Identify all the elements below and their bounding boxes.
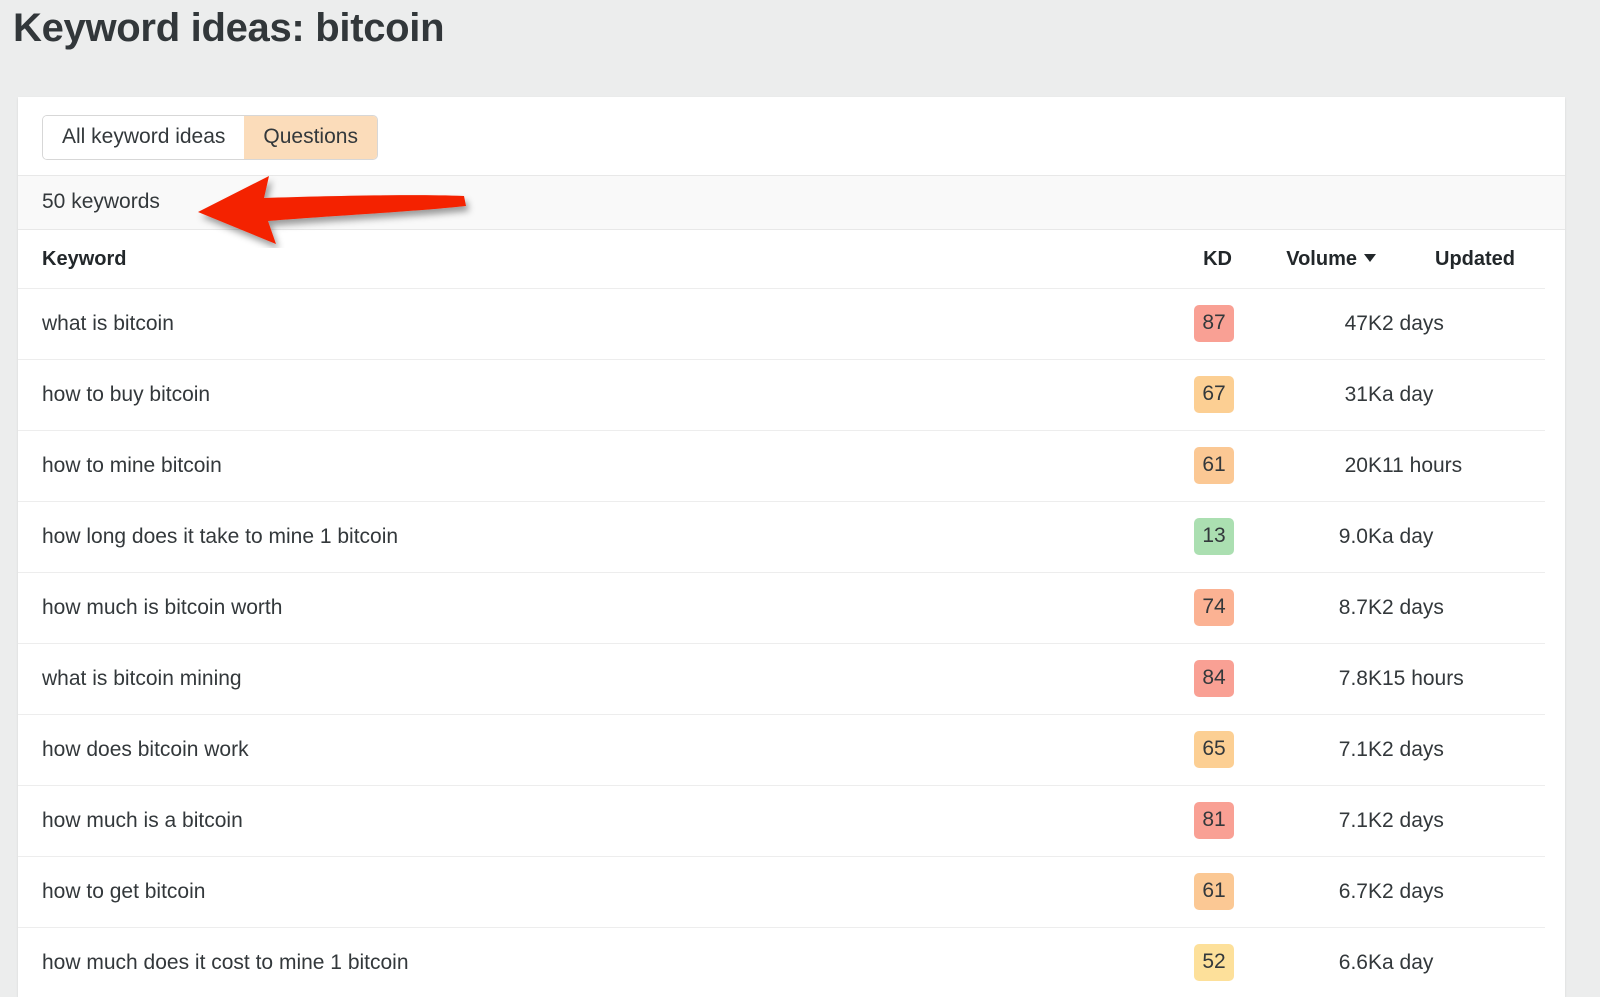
table-body: what is bitcoin8747K2 dayshow to buy bit…	[18, 289, 1565, 997]
keyword-count-bar: 50 keywords	[18, 176, 1565, 230]
cell-updated: a day	[1382, 360, 1565, 431]
table-row[interactable]: how to buy bitcoin 6731Ka day	[18, 360, 1565, 431]
column-header-updated[interactable]: Updated	[1382, 230, 1565, 289]
cell-updated: a day	[1382, 502, 1565, 573]
kd-badge: 87	[1194, 305, 1234, 342]
kd-badge: 13	[1194, 518, 1234, 555]
table-row[interactable]: how much is a bitcoin 817.1K2 days	[18, 786, 1565, 857]
kd-badge: 81	[1194, 802, 1234, 839]
cell-volume: 31K	[1234, 360, 1382, 431]
cell-updated: 2 days	[1382, 857, 1565, 928]
kd-badge: 52	[1194, 944, 1234, 981]
table-row[interactable]: what is bitcoin mining 847.8K15 hours	[18, 644, 1565, 715]
cell-keyword[interactable]: what is bitcoin mining	[18, 644, 1114, 715]
cell-keyword[interactable]: how does bitcoin work	[18, 715, 1114, 786]
tab-bar: All keyword ideas Questions	[18, 97, 1565, 176]
cell-keyword[interactable]: how much is a bitcoin	[18, 786, 1114, 857]
cell-keyword[interactable]: how to get bitcoin	[18, 857, 1114, 928]
table-row[interactable]: what is bitcoin 8747K2 days	[18, 289, 1565, 360]
cell-updated: 2 days	[1382, 786, 1565, 857]
column-header-volume[interactable]: Volume	[1234, 230, 1382, 289]
page-title: Keyword ideas: bitcoin	[13, 6, 444, 51]
cell-keyword[interactable]: how long does it take to mine 1 bitcoin	[18, 502, 1114, 573]
column-header-volume-label: Volume	[1286, 248, 1357, 270]
cell-updated: 15 hours	[1382, 644, 1565, 715]
cell-keyword[interactable]: how much is bitcoin worth	[18, 573, 1114, 644]
kd-badge: 67	[1194, 376, 1234, 413]
cell-volume: 9.0K	[1234, 502, 1382, 573]
cell-kd: 61	[1114, 857, 1234, 928]
cell-kd: 52	[1114, 928, 1234, 997]
cell-keyword[interactable]: how to mine bitcoin	[18, 431, 1114, 502]
cell-volume: 6.7K	[1234, 857, 1382, 928]
keyword-count-label: 50 keywords	[42, 190, 160, 214]
kd-badge: 61	[1194, 873, 1234, 910]
keyword-ideas-card: All keyword ideas Questions 50 keywords …	[18, 97, 1565, 997]
tab-questions[interactable]: Questions	[244, 116, 377, 159]
cell-updated: 2 days	[1382, 289, 1565, 360]
cell-kd: 84	[1114, 644, 1234, 715]
table-row[interactable]: how to mine bitcoin 6120K11 hours	[18, 431, 1565, 502]
cell-kd: 81	[1114, 786, 1234, 857]
cell-keyword[interactable]: how to buy bitcoin	[18, 360, 1114, 431]
caret-down-icon	[1364, 254, 1376, 262]
table-row[interactable]: how much is bitcoin worth 748.7K2 days	[18, 573, 1565, 644]
cell-kd: 65	[1114, 715, 1234, 786]
table-row[interactable]: how long does it take to mine 1 bitcoin 1…	[18, 502, 1565, 573]
cell-kd: 61	[1114, 431, 1234, 502]
table-header-row: Keyword KD Volume Updated	[18, 230, 1565, 289]
cell-kd: 74	[1114, 573, 1234, 644]
column-header-kd[interactable]: KD	[1114, 230, 1234, 289]
cell-keyword[interactable]: how much does it cost to mine 1 bitcoin	[18, 928, 1114, 997]
cell-volume: 7.1K	[1234, 715, 1382, 786]
cell-updated: a day	[1382, 928, 1565, 997]
column-header-keyword[interactable]: Keyword	[18, 230, 1114, 289]
kd-badge: 61	[1194, 447, 1234, 484]
table-row[interactable]: how does bitcoin work 657.1K2 days	[18, 715, 1565, 786]
cell-kd: 87	[1114, 289, 1234, 360]
cell-volume: 8.7K	[1234, 573, 1382, 644]
kd-badge: 84	[1194, 660, 1234, 697]
cell-volume: 47K	[1234, 289, 1382, 360]
keyword-results-table: Keyword KD Volume Updated what is bitcoi…	[18, 230, 1565, 997]
table-row[interactable]: how much does it cost to mine 1 bitcoin 5…	[18, 928, 1565, 997]
cell-volume: 6.6K	[1234, 928, 1382, 997]
cell-volume: 20K	[1234, 431, 1382, 502]
table-row[interactable]: how to get bitcoin 616.7K2 days	[18, 857, 1565, 928]
cell-kd: 67	[1114, 360, 1234, 431]
cell-keyword[interactable]: what is bitcoin	[18, 289, 1114, 360]
cell-updated: 2 days	[1382, 715, 1565, 786]
cell-kd: 13	[1114, 502, 1234, 573]
kd-badge: 74	[1194, 589, 1234, 626]
cell-volume: 7.1K	[1234, 786, 1382, 857]
tab-group: All keyword ideas Questions	[42, 115, 378, 160]
kd-badge: 65	[1194, 731, 1234, 768]
tab-all-keyword-ideas[interactable]: All keyword ideas	[43, 116, 244, 159]
cell-updated: 2 days	[1382, 573, 1565, 644]
cell-updated: 11 hours	[1382, 431, 1565, 502]
cell-volume: 7.8K	[1234, 644, 1382, 715]
